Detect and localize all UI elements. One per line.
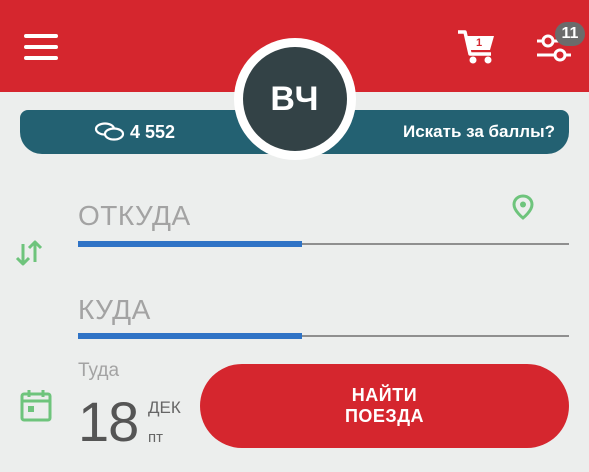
- to-field[interactable]: КУДА: [78, 294, 151, 326]
- cart-count: 1: [475, 37, 483, 49]
- search-by-points-link[interactable]: Искать за баллы?: [403, 122, 555, 142]
- date-weekday: пт: [148, 429, 163, 446]
- menu-icon[interactable]: [24, 34, 58, 62]
- date-day[interactable]: 18: [78, 392, 139, 452]
- date-month: ДЕК: [148, 398, 181, 417]
- calendar-icon[interactable]: [20, 388, 52, 422]
- find-trains-label: НАЙТИ ПОЕЗДА: [344, 385, 425, 426]
- from-field-focus-bar: [78, 241, 302, 247]
- to-field-focus-bar: [78, 333, 302, 339]
- filter-count-badge: 11: [555, 22, 585, 46]
- find-trains-button[interactable]: НАЙТИ ПОЕЗДА: [200, 364, 569, 448]
- location-pin-icon[interactable]: [512, 194, 534, 220]
- from-field[interactable]: ОТКУДА: [78, 200, 191, 232]
- avatar[interactable]: ВЧ: [243, 47, 347, 151]
- points-value: 4 552: [130, 122, 176, 142]
- cart-button[interactable]: 1: [456, 28, 498, 66]
- swap-icon[interactable]: [15, 240, 43, 266]
- coins-icon: [94, 122, 125, 141]
- date-label: Туда: [78, 360, 120, 381]
